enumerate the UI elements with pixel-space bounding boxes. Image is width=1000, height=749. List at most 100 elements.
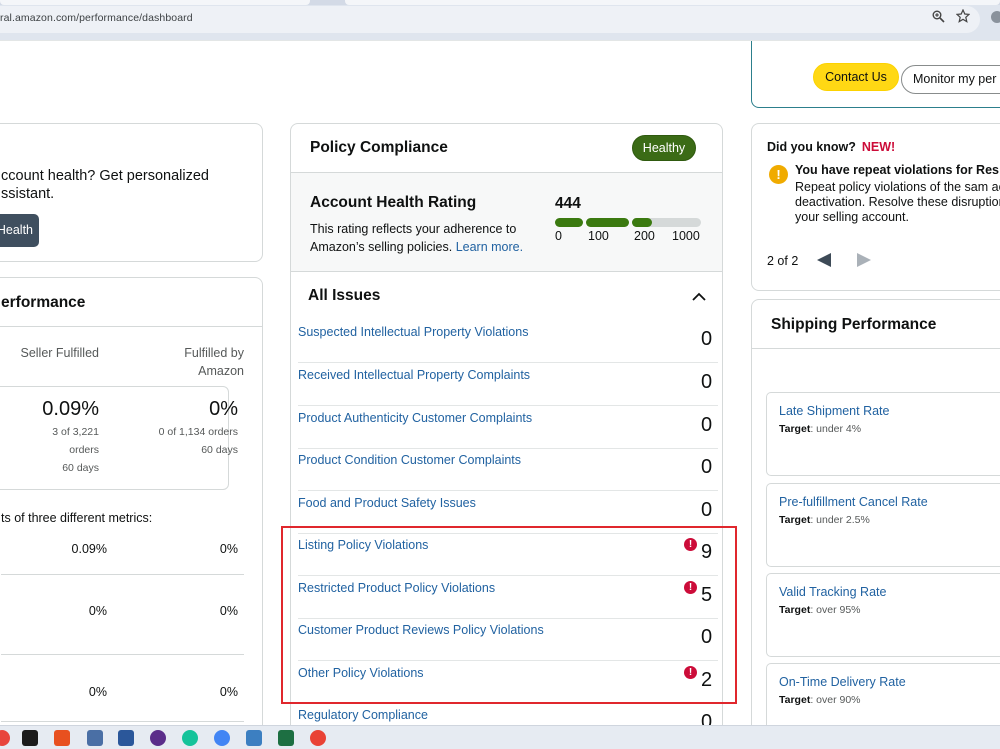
excel-icon[interactable] (278, 730, 294, 746)
notes-app-icon[interactable] (22, 730, 38, 746)
zoom-icon[interactable] (932, 10, 945, 26)
column-header-line: Amazon (198, 364, 244, 378)
profile-icon[interactable] (990, 10, 1000, 27)
issue-count: 0 (701, 328, 713, 350)
fba-detail: 0 of 1,134 orders 60 days (141, 423, 238, 459)
metric-seller-value: 0% (88, 685, 107, 699)
ahr-score: 444 (555, 195, 581, 212)
assistant-text-line: ccount health? Get personalized (1, 168, 209, 184)
issue-count: 0 (701, 456, 713, 478)
divider (0, 326, 262, 327)
detail-line: 0 of 1,134 orders (158, 426, 238, 438)
rate-link[interactable]: Valid Tracking Rate (779, 585, 886, 599)
browser-tab[interactable] (0, 0, 310, 5)
pre-fulfillment-cancel-rate-box[interactable]: Pre-fulfillment Cancel Rate Target: unde… (766, 483, 1000, 567)
issue-link[interactable]: Suspected Intellectual Property Violatio… (298, 325, 528, 339)
ahr-bar-segment-at-risk (555, 218, 583, 227)
assistant-card: ccount health? Get personalized ssistant… (0, 123, 263, 262)
ahr-scale-tick: 200 (634, 229, 655, 243)
rate-link[interactable]: On-Time Delivery Rate (779, 675, 906, 689)
learn-more-link[interactable]: Learn more. (456, 240, 523, 254)
target-label: Target (779, 694, 811, 706)
target-label: Target (779, 514, 811, 526)
account-health-rating-panel: Account Health Rating This rating reflec… (291, 172, 722, 272)
ahr-scale-tick: 100 (588, 229, 609, 243)
assistant-text-line: ssistant. (1, 186, 55, 202)
did-you-know-body: Repeat policy violations of the sam acco… (795, 180, 1000, 224)
rate-target: Target: over 90% (779, 694, 861, 706)
issue-link[interactable]: Product Authenticity Customer Complaints (298, 411, 532, 425)
warning-icon: ! (769, 165, 788, 184)
divider (752, 348, 1000, 349)
target-value: : under 4% (810, 423, 862, 435)
chrome-icon[interactable] (0, 730, 10, 746)
column-header-line: Fulfilled by (184, 346, 244, 360)
issue-count: 0 (701, 414, 713, 436)
detail-line: orders (69, 444, 99, 456)
status-badge: Healthy (632, 135, 696, 161)
target-value: : under 2.5% (810, 514, 870, 526)
metric-amazon-value: 0% (219, 542, 238, 556)
monitor-button[interactable]: Monitor my per (901, 65, 1000, 94)
on-time-delivery-rate-box[interactable]: On-Time Delivery Rate Target: over 90% (766, 663, 1000, 725)
valid-tracking-rate-box[interactable]: Valid Tracking Rate Target: over 95% (766, 573, 1000, 657)
chrome-profile-icon[interactable] (310, 730, 326, 746)
did-you-know-headline: You have repeat violations for Res (795, 163, 999, 177)
all-issues-heading: All Issues (308, 287, 381, 304)
clipchamp-icon[interactable] (150, 730, 166, 746)
ahr-bar-segment-fair (586, 218, 629, 227)
previous-arrow-icon[interactable] (817, 253, 831, 267)
metric-amazon-value: 0% (219, 685, 238, 699)
seller-fulfilled-rate: 0.09% (42, 398, 99, 420)
detail-line: 60 days (201, 444, 238, 456)
issue-link[interactable]: Food and Product Safety Issues (298, 496, 476, 510)
grammarly-icon[interactable] (182, 730, 198, 746)
issue-link[interactable]: Product Condition Customer Complaints (298, 453, 521, 467)
issue-row[interactable]: Suspected Intellectual Property Violatio… (291, 320, 722, 363)
issue-row[interactable]: Product Authenticity Customer Complaints… (291, 406, 722, 449)
rate-target: Target: over 95% (779, 604, 861, 616)
issue-count: 0 (701, 371, 713, 393)
ahr-description: This rating reflects your adherence to A… (310, 220, 540, 256)
rate-link[interactable]: Pre-fulfillment Cancel Rate (779, 495, 928, 509)
card-title: erformance (1, 294, 86, 311)
target-value: : over 95% (810, 604, 861, 616)
rate-target: Target: under 4% (779, 423, 861, 435)
browser-toolbar: ral.amazon.com/performance/dashboard (0, 0, 1000, 40)
issue-row[interactable]: Product Condition Customer Complaints 0 (291, 448, 722, 491)
late-shipment-rate-box[interactable]: Late Shipment Rate Target: under 4% (766, 392, 1000, 476)
metric-seller-value: 0% (88, 604, 107, 618)
metrics-note: ts of three different metrics: (1, 511, 153, 525)
seller-fulfilled-detail: 3 of 3,221 orders 60 days (21, 423, 99, 477)
browser-tab[interactable] (345, 0, 1000, 5)
health-button[interactable]: Health (0, 214, 39, 247)
assistant-text: ccount health? Get personalized ssistant… (1, 167, 209, 203)
chevron-up-icon[interactable] (690, 288, 708, 306)
divider (1, 721, 244, 722)
star-icon[interactable] (955, 8, 971, 26)
word-icon[interactable] (118, 730, 134, 746)
rate-link[interactable]: Late Shipment Rate (779, 404, 890, 418)
issue-row[interactable]: Regulatory Compliance 0 (291, 703, 722, 725)
detail-line: 3 of 3,221 (52, 426, 99, 438)
anydesk-icon[interactable] (54, 730, 70, 746)
column-header-fulfilled-by-amazon: Fulfilled by Amazon (161, 344, 244, 380)
notepad-icon[interactable] (246, 730, 262, 746)
metric-amazon-value: 0% (219, 604, 238, 618)
did-you-know-heading: Did you know? (767, 140, 856, 154)
ahr-scale-bar (555, 218, 701, 227)
ahr-scale-tick: 1000 (672, 229, 700, 243)
chrome-icon[interactable] (214, 730, 230, 746)
taskbar (0, 725, 1000, 749)
contact-us-button[interactable]: Contact Us (813, 63, 899, 91)
ahr-bar-segment-healthy (632, 218, 652, 227)
url-text[interactable]: ral.amazon.com/performance/dashboard (0, 12, 193, 24)
next-arrow-icon[interactable] (857, 253, 871, 267)
metric-seller-value: 0.09% (71, 542, 107, 556)
column-header-seller-fulfilled: Seller Fulfilled (20, 346, 99, 360)
issue-row[interactable]: Received Intellectual Property Complaint… (291, 363, 722, 406)
pager-text: 2 of 2 (767, 254, 799, 268)
calculator-icon[interactable] (87, 730, 103, 746)
issue-link[interactable]: Received Intellectual Property Complaint… (298, 368, 530, 382)
issue-link[interactable]: Regulatory Compliance (298, 708, 428, 722)
